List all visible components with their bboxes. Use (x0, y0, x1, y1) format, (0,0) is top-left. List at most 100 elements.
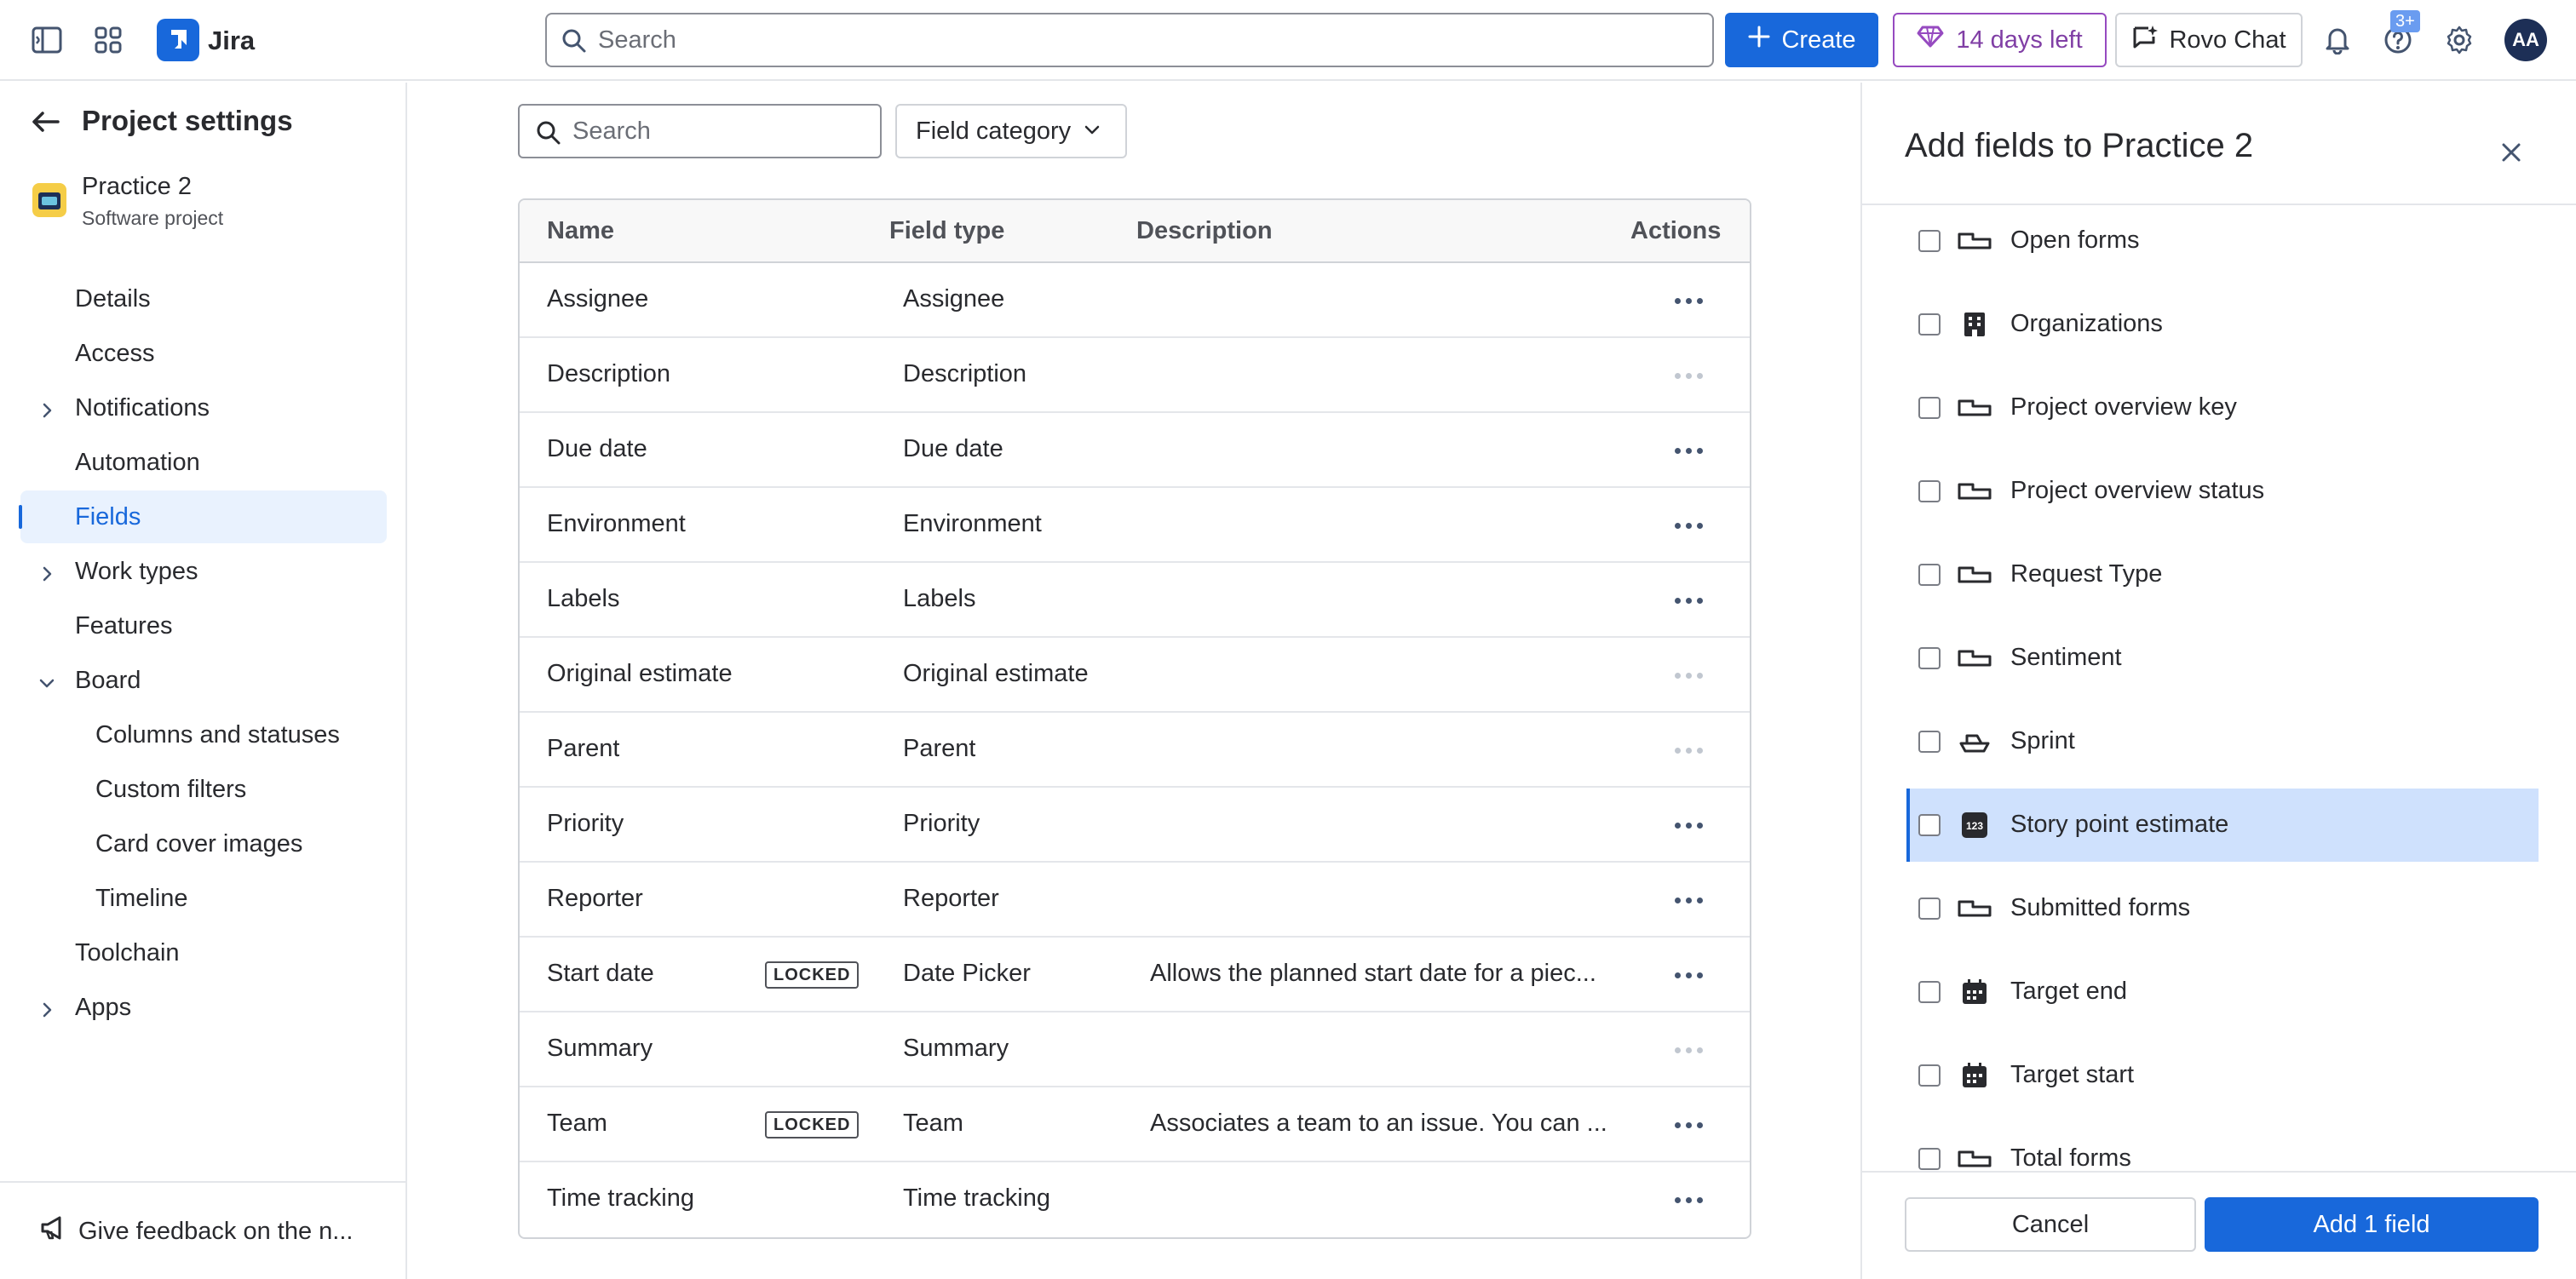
column-header-name[interactable]: Name (547, 217, 614, 245)
field-checkbox[interactable] (1918, 564, 1941, 586)
chevron-down-icon[interactable] (37, 671, 56, 699)
field-name[interactable]: Due date (547, 435, 647, 463)
table-row[interactable]: Labels Labels (520, 563, 1750, 638)
global-search[interactable] (545, 13, 1714, 67)
create-button[interactable]: Create (1725, 13, 1878, 67)
fields-search-input[interactable] (572, 117, 880, 146)
table-row[interactable]: Environment Environment (520, 488, 1750, 563)
field-option[interactable]: Request Type (1906, 538, 2539, 611)
cancel-button[interactable]: Cancel (1905, 1197, 2196, 1252)
field-name[interactable]: Labels (547, 585, 619, 613)
jira-logo-icon[interactable] (157, 19, 199, 61)
more-actions-icon[interactable] (1668, 886, 1709, 914)
field-option[interactable]: Submitted forms (1906, 872, 2539, 945)
table-row[interactable]: Summary Summary (520, 1012, 1750, 1087)
field-option[interactable]: Organizations (1906, 288, 2539, 361)
field-option[interactable]: Project overview key (1906, 371, 2539, 444)
table-row[interactable]: Parent Parent (520, 713, 1750, 788)
field-name[interactable]: Parent (547, 735, 619, 763)
column-header-description[interactable]: Description (1136, 217, 1273, 245)
sidebar-item-fields[interactable]: Fields (19, 490, 387, 543)
rovo-chat-button[interactable]: Rovo Chat (2115, 13, 2303, 67)
sidebar-item-custom-filters[interactable]: Custom filters (20, 763, 387, 816)
field-option[interactable]: Target end (1906, 955, 2539, 1029)
field-checkbox[interactable] (1918, 313, 1941, 336)
more-actions-icon[interactable] (1668, 437, 1709, 464)
field-checkbox[interactable] (1918, 898, 1941, 920)
sidebar-item-columns-and-statuses[interactable]: Columns and statuses (20, 708, 387, 761)
more-actions-icon[interactable] (1668, 662, 1709, 689)
field-checkbox[interactable] (1918, 1064, 1941, 1087)
field-checkbox[interactable] (1918, 981, 1941, 1003)
field-name[interactable]: Summary (547, 1035, 653, 1063)
sidebar-item-details[interactable]: Details (20, 272, 387, 325)
field-name[interactable]: Time tracking (547, 1184, 694, 1213)
table-row[interactable]: Description Description (520, 338, 1750, 413)
back-arrow-icon[interactable] (29, 106, 63, 141)
field-checkbox[interactable] (1918, 647, 1941, 669)
more-actions-icon[interactable] (1668, 287, 1709, 314)
global-search-input[interactable] (598, 26, 1712, 54)
field-option[interactable]: Sentiment (1906, 622, 2539, 695)
field-category-dropdown[interactable]: Field category (895, 104, 1127, 158)
more-actions-icon[interactable] (1668, 587, 1709, 614)
more-actions-icon[interactable] (1668, 1036, 1709, 1064)
sidebar-item-automation[interactable]: Automation (20, 436, 387, 489)
table-row[interactable]: Start date LOCKED Date Picker Allows the pl… (520, 938, 1750, 1012)
table-row[interactable]: Original estimate Original estimate (520, 638, 1750, 713)
sidebar-item-features[interactable]: Features (20, 599, 387, 652)
chevron-right-icon[interactable] (37, 998, 56, 1026)
feedback-link[interactable]: Give feedback on the n... (39, 1215, 353, 1247)
more-actions-icon[interactable] (1668, 512, 1709, 539)
field-checkbox[interactable] (1918, 397, 1941, 419)
field-name[interactable]: Reporter (547, 885, 643, 913)
table-row[interactable]: Time tracking Time tracking (520, 1162, 1750, 1237)
table-row[interactable]: Reporter Reporter (520, 863, 1750, 938)
sidebar-item-timeline[interactable]: Timeline (20, 872, 387, 925)
chevron-right-icon[interactable] (37, 562, 56, 590)
field-checkbox[interactable] (1918, 731, 1941, 753)
table-row[interactable]: Priority Priority (520, 788, 1750, 863)
field-name[interactable]: Assignee (547, 285, 648, 313)
field-option[interactable]: Open forms (1906, 204, 2539, 278)
field-name[interactable]: Priority (547, 810, 624, 838)
table-row[interactable]: Due date Due date (520, 413, 1750, 488)
table-row[interactable]: Assignee Assignee (520, 263, 1750, 338)
more-actions-icon[interactable] (1668, 1111, 1709, 1138)
table-row[interactable]: Team LOCKED Team Associates a team to an is… (520, 1087, 1750, 1162)
sidebar-item-access[interactable]: Access (20, 327, 387, 380)
field-checkbox[interactable] (1918, 230, 1941, 252)
sidebar-item-notifications[interactable]: Notifications (20, 381, 387, 434)
app-switcher-icon[interactable] (89, 20, 128, 60)
more-actions-icon[interactable] (1668, 812, 1709, 839)
field-name[interactable]: Start date (547, 960, 654, 988)
sidebar-item-card-cover-images[interactable]: Card cover images (20, 817, 387, 870)
more-actions-icon[interactable] (1668, 737, 1709, 764)
trial-button[interactable]: 14 days left (1893, 13, 2107, 67)
more-actions-icon[interactable] (1668, 961, 1709, 989)
fields-search[interactable] (518, 104, 882, 158)
field-name[interactable]: Description (547, 360, 670, 388)
add-field-button[interactable]: Add 1 field (2205, 1197, 2539, 1252)
more-actions-icon[interactable] (1668, 362, 1709, 389)
sidebar-item-board[interactable]: Board (20, 654, 387, 707)
avatar[interactable]: AA (2504, 19, 2547, 61)
sidebar-item-work-types[interactable]: Work types (20, 545, 387, 598)
field-option[interactable]: Target start (1906, 1039, 2539, 1112)
bell-icon[interactable] (2318, 20, 2357, 60)
field-option[interactable]: Project overview status (1906, 455, 2539, 528)
field-checkbox[interactable] (1918, 814, 1941, 836)
field-option[interactable]: Sprint (1906, 705, 2539, 778)
more-actions-icon[interactable] (1668, 1186, 1709, 1213)
column-header-field-type[interactable]: Field type (889, 217, 1004, 245)
app-name[interactable]: Jira (208, 24, 255, 58)
field-name[interactable]: Team (547, 1110, 607, 1138)
field-name[interactable]: Environment (547, 510, 686, 538)
chevron-right-icon[interactable] (37, 399, 56, 427)
field-name[interactable]: Original estimate (547, 660, 733, 688)
gear-icon[interactable] (2440, 20, 2479, 60)
sidebar-item-apps[interactable]: Apps (20, 981, 387, 1034)
close-icon[interactable] (2493, 134, 2530, 171)
field-checkbox[interactable] (1918, 1148, 1941, 1170)
sidebar-item-toolchain[interactable]: Toolchain (20, 926, 387, 979)
